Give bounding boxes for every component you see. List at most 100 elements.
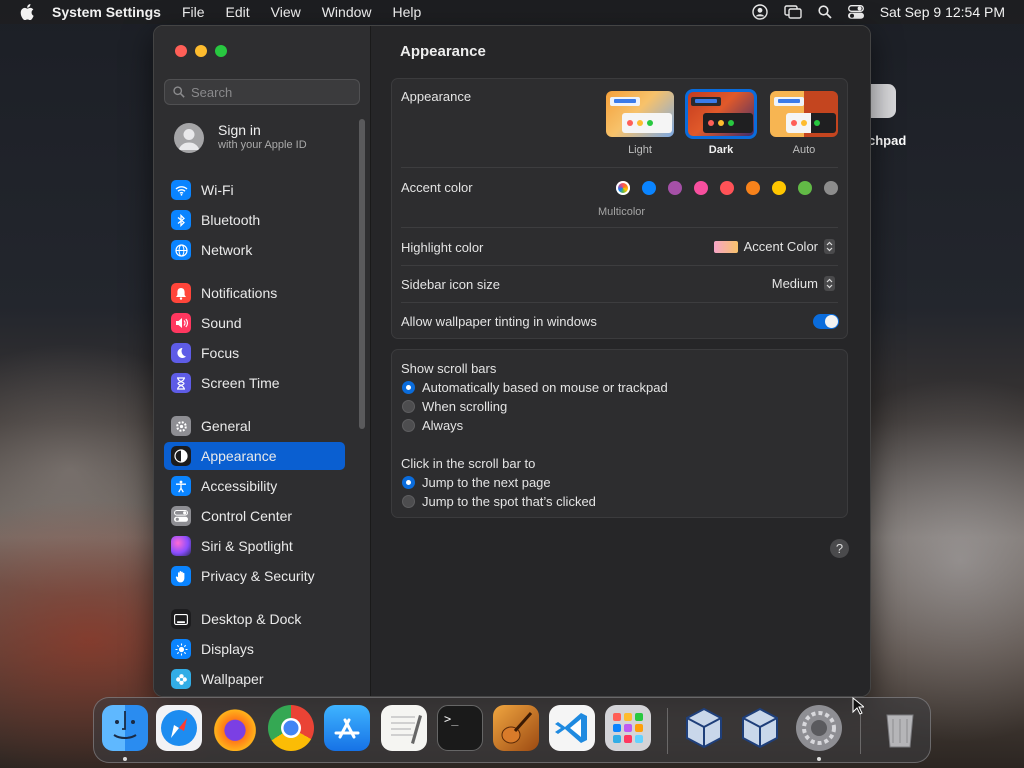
appearance-label: Appearance [401, 89, 472, 104]
minimize-window-button[interactable] [195, 45, 207, 57]
window-controls [175, 45, 227, 57]
appearance-light-option[interactable] [606, 91, 674, 137]
appearance-auto-option[interactable] [770, 91, 838, 137]
sidebar-item-wifi[interactable]: Wi-Fi [164, 176, 345, 204]
screen-mirroring-icon[interactable] [783, 5, 802, 19]
menu-clock[interactable]: Sat Sep 9 12:54 PM [880, 4, 1005, 20]
up-down-chevron-icon [824, 276, 835, 291]
sidebar-item-label: Siri & Spotlight [201, 538, 293, 554]
user-icon[interactable] [751, 4, 768, 20]
radio-button[interactable] [402, 400, 415, 413]
system-settings-window: Sign in with your Apple ID Wi-Fi Bluetoo… [153, 25, 871, 697]
control-center-icon[interactable] [847, 5, 864, 19]
sidebar-item-label: Desktop & Dock [201, 611, 302, 627]
accent-graphite-swatch[interactable] [824, 181, 838, 195]
radio-button[interactable] [402, 419, 415, 432]
radio-button-selected[interactable] [402, 476, 415, 489]
textedit-icon[interactable] [381, 705, 427, 751]
sun-icon [171, 639, 191, 659]
sidebar-item-network[interactable]: Network [164, 236, 345, 264]
virtualbox-vm-icon[interactable] [737, 705, 783, 751]
spotlight-search-icon[interactable] [818, 5, 832, 19]
show-scroll-bars-label: Show scroll bars [401, 361, 497, 376]
click-scroll-option-spot-clicked[interactable]: Jump to the spot that’s clicked [402, 494, 596, 509]
finder-icon[interactable] [102, 705, 148, 751]
scroll-bars-option-when-scrolling[interactable]: When scrolling [402, 399, 507, 414]
sidebar-item-appearance[interactable]: Appearance [164, 442, 345, 470]
radio-button-selected[interactable] [402, 381, 415, 394]
accent-yellow-swatch[interactable] [772, 181, 786, 195]
zoom-window-button[interactable] [215, 45, 227, 57]
highlight-color-preview [713, 240, 738, 253]
click-scroll-bar-label: Click in the scroll bar to [401, 456, 536, 471]
highlight-color-label: Highlight color [401, 240, 484, 255]
sidebar-icon-size-value: Medium [771, 276, 818, 291]
scroll-bars-option-always[interactable]: Always [402, 418, 463, 433]
dock-icon [171, 609, 191, 629]
accent-blue-swatch[interactable] [642, 181, 656, 195]
accent-pink-swatch[interactable] [694, 181, 708, 195]
menu-help[interactable]: Help [393, 4, 422, 20]
accent-purple-swatch[interactable] [668, 181, 682, 195]
wallpaper-tinting-toggle[interactable] [813, 314, 839, 329]
virtualbox-icon[interactable] [681, 705, 727, 751]
desktop-icon-label[interactable]: chpad [868, 133, 906, 148]
radio-label: When scrolling [422, 399, 508, 414]
click-scroll-option-next-page[interactable]: Jump to the next page [402, 475, 551, 490]
scroll-bars-option-automatic[interactable]: Automatically based on mouse or trackpad [402, 380, 668, 395]
gear-icon [171, 416, 191, 436]
terminal-icon[interactable]: >_ [437, 705, 483, 751]
sidebar-item-desktop-dock[interactable]: Desktop & Dock [164, 605, 345, 633]
guitar-icon[interactable] [493, 705, 539, 751]
sidebar-item-sound[interactable]: Sound [164, 309, 345, 337]
appearance-icon [171, 446, 191, 466]
highlight-color-popup[interactable]: Accent Color [713, 239, 835, 254]
sidebar-item-siri-spotlight[interactable]: Siri & Spotlight [164, 532, 345, 560]
sidebar-item-privacy-security[interactable]: Privacy & Security [164, 562, 345, 590]
bell-icon [171, 283, 191, 303]
chrome-icon[interactable] [268, 705, 314, 751]
sidebar-item-notifications[interactable]: Notifications [164, 279, 345, 307]
divider [401, 167, 838, 168]
sidebar-item-displays[interactable]: Displays [164, 635, 345, 663]
firefox-icon[interactable] [212, 705, 258, 751]
sidebar-item-bluetooth[interactable]: Bluetooth [164, 206, 345, 234]
sidebar-item-wallpaper[interactable]: Wallpaper [164, 665, 345, 693]
menu-window[interactable]: Window [322, 4, 372, 20]
sidebar-item-accessibility[interactable]: Accessibility [164, 472, 345, 500]
menu-view[interactable]: View [271, 4, 301, 20]
sidebar-item-screen-time[interactable]: Screen Time [164, 369, 345, 397]
trash-icon[interactable] [877, 705, 923, 751]
accent-multicolor-swatch[interactable] [616, 181, 630, 195]
sidebar-item-focus[interactable]: Focus [164, 339, 345, 367]
sidebar-item-control-center[interactable]: Control Center [164, 502, 345, 530]
search-input[interactable] [185, 84, 351, 100]
appearance-group: Appearance Light Dark Auto Accent color … [391, 78, 848, 339]
apple-menu-icon[interactable] [20, 4, 34, 20]
sidebar-item-general[interactable]: General [164, 412, 345, 440]
sidebar-icon-size-popup[interactable]: Medium [772, 276, 835, 291]
menu-file[interactable]: File [182, 4, 205, 20]
menu-edit[interactable]: Edit [226, 4, 250, 20]
app-store-icon[interactable] [324, 705, 370, 751]
launchpad-icon[interactable] [605, 705, 651, 751]
accent-red-swatch[interactable] [720, 181, 734, 195]
system-settings-icon[interactable] [796, 705, 842, 751]
appearance-dark-option[interactable] [685, 89, 757, 139]
radio-label: Jump to the next page [422, 475, 551, 490]
accent-orange-swatch[interactable] [746, 181, 760, 195]
safari-icon[interactable] [156, 705, 202, 751]
apple-id-sign-in[interactable]: Sign in with your Apple ID [174, 123, 307, 153]
menu-app-name[interactable]: System Settings [52, 4, 161, 20]
sidebar-item-label: Network [201, 242, 253, 258]
help-button[interactable]: ? [830, 539, 849, 558]
vscode-icon[interactable] [549, 705, 595, 751]
sidebar-scrollbar[interactable] [359, 119, 365, 429]
accessibility-icon [171, 476, 191, 496]
accent-green-swatch[interactable] [798, 181, 812, 195]
search-field[interactable] [164, 79, 360, 105]
close-window-button[interactable] [175, 45, 187, 57]
sidebar-item-label: Wallpaper [201, 671, 264, 687]
radio-button[interactable] [402, 495, 415, 508]
appearance-auto-label: Auto [792, 144, 816, 156]
